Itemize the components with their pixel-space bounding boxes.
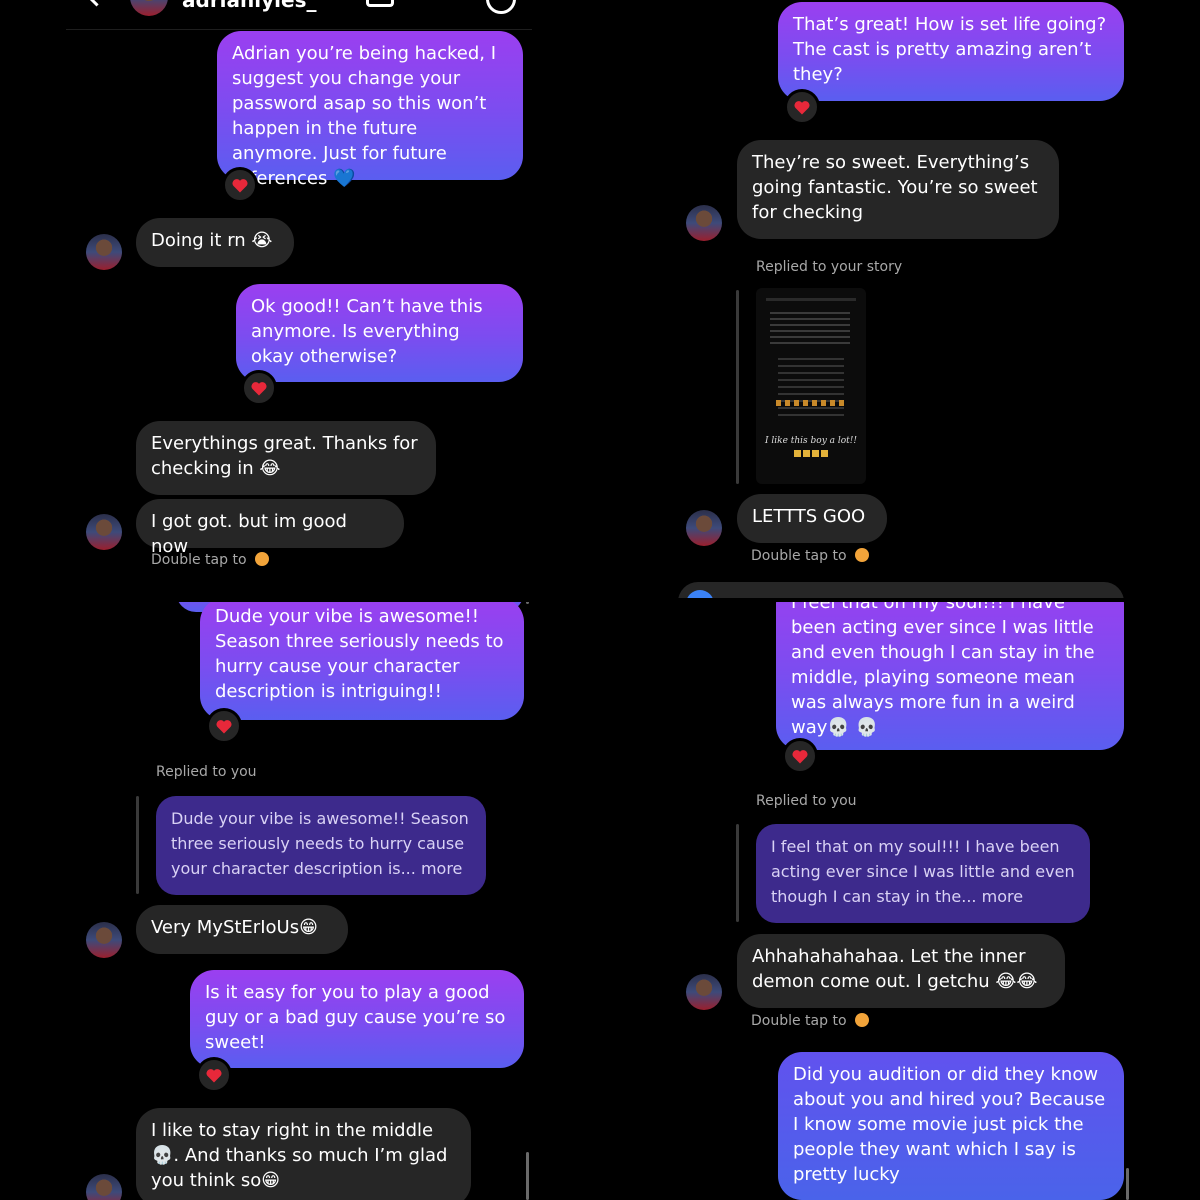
story-thumbnail[interactable]: I like this boy a lot!! [756,288,866,484]
replied-label: Replied to you [756,793,857,809]
story-text-block [778,358,844,418]
double-tap-hint: Double tap to [751,1013,869,1029]
double-tap-label: Double tap to [751,548,847,564]
received-message[interactable]: They’re so sweet. Everything’s going fan… [737,140,1059,239]
header-divider [66,29,532,30]
chat-panel-2: That’s great! How is set life going? The… [602,0,1200,598]
scrollbar[interactable] [1126,1168,1129,1200]
heart-face-icon [854,1013,869,1027]
quoted-message[interactable]: Dude your vibe is awesome!! Season three… [156,796,486,895]
story-reply-label: Replied to your story [756,259,903,275]
avatar[interactable] [686,510,722,546]
story-emoji-row [776,400,846,406]
double-tap-label: Double tap to [751,1013,847,1029]
back-icon[interactable] [84,0,109,7]
sent-message[interactable]: I feel that on my soul!!! I have been ac… [776,602,1124,750]
heart-icon [232,178,248,192]
story-caption-emojis [794,450,828,457]
reaction-heart[interactable] [196,1057,232,1093]
quoted-message[interactable]: I feel that on my soul!!! I have been ac… [756,824,1090,923]
reaction-heart[interactable] [782,738,818,774]
reaction-heart[interactable] [206,708,242,744]
avatar[interactable] [686,974,722,1010]
video-call-icon[interactable] [366,0,394,7]
received-message[interactable]: Very MyStErIoUs😁 [136,905,348,954]
heart-icon [794,100,810,114]
heart-icon [216,719,232,733]
double-tap-hint: Double tap to [751,548,869,564]
chat-header: adrianlyles_ [0,0,598,28]
chat-panel-4: I feel that on my soul!!! I have been ac… [602,602,1200,1200]
avatar[interactable] [86,1174,122,1200]
sent-message[interactable]: Did you audition or did they know about … [778,1052,1124,1200]
quote-bar [136,796,139,894]
heart-face-icon [854,548,869,562]
heart-face-icon [254,552,269,566]
avatar[interactable] [86,514,122,550]
sent-message[interactable]: That’s great! How is set life going? The… [778,2,1124,101]
sent-message[interactable]: Adrian you’re being hacked, I suggest yo… [217,31,523,189]
received-message[interactable]: Doing it rn 😭 [136,218,294,267]
reaction-heart[interactable] [241,370,277,406]
avatar[interactable] [86,234,122,270]
header-avatar[interactable] [130,0,168,16]
received-message[interactable]: LETTTS GOO [737,494,887,543]
chat-panel-1: adrianlyles_ Adrian you’re being hacked,… [0,0,598,598]
received-message[interactable]: Ahhahahahahaa. Let the inner demon come … [737,934,1065,1008]
message-composer[interactable] [678,582,1124,598]
replied-label: Replied to you [156,764,257,780]
camera-icon[interactable] [686,590,714,598]
avatar[interactable] [86,922,122,958]
quote-bar [736,824,739,922]
quote-bar [736,290,739,484]
double-tap-hint: Double tap to [151,552,269,568]
sent-message[interactable]: Dude your vibe is awesome!! Season three… [200,602,524,720]
reaction-heart[interactable] [222,167,258,203]
received-message[interactable]: Everythings great. Thanks for checking i… [136,421,436,495]
double-tap-label: Double tap to [151,552,247,568]
sent-message[interactable]: Ok good!! Can’t have this anymore. Is ev… [236,284,523,382]
story-caption: I like this boy a lot!! [764,436,858,446]
story-header-line [766,298,856,301]
heart-icon [251,381,267,395]
scrollbar[interactable] [526,1152,529,1200]
chat-panel-3: Dude your vibe is awesome!! Season three… [0,602,598,1200]
header-username[interactable]: adrianlyles_ [182,0,316,12]
heart-icon [792,749,808,763]
heart-icon [206,1068,222,1082]
sent-message[interactable]: Is it easy for you to play a good guy or… [190,970,524,1068]
reaction-heart[interactable] [784,89,820,125]
story-text-block [770,312,850,348]
avatar[interactable] [686,205,722,241]
received-message[interactable]: I got got. but im good now [136,499,404,557]
received-message[interactable]: I like to stay right in the middle 💀. An… [136,1108,471,1200]
scrollbar[interactable] [526,602,529,604]
info-icon[interactable] [486,0,516,14]
